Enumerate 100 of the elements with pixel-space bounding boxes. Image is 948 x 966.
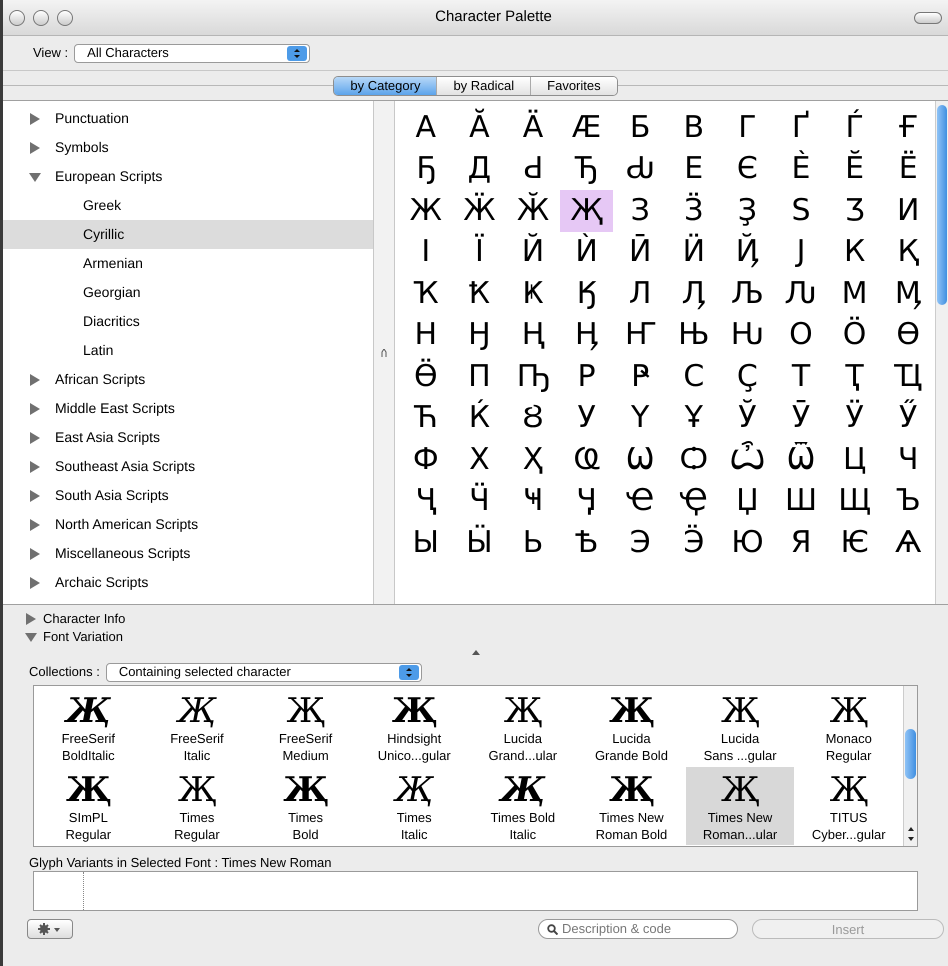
character-cell[interactable]: Ԉ — [774, 273, 828, 314]
category-item[interactable]: African Scripts — [3, 365, 373, 394]
tab[interactable]: by Radical — [437, 76, 532, 94]
category-item[interactable]: European Scripts — [3, 162, 373, 191]
category-item[interactable]: South Asia Scripts — [3, 481, 373, 510]
character-cell[interactable]: У — [560, 398, 614, 439]
character-cell[interactable]: Ӟ — [666, 190, 721, 232]
character-cell[interactable]: Ӄ — [560, 273, 614, 314]
collapsed-triangle-icon[interactable] — [29, 402, 41, 414]
window-control-button[interactable] — [33, 10, 49, 26]
character-cell[interactable]: Ӣ — [613, 232, 667, 273]
category-item[interactable]: Diacritics — [3, 307, 373, 336]
font-variant-item[interactable]: Җ Times New Roman...ular — [686, 767, 794, 845]
character-cell[interactable]: Ҋ — [720, 232, 774, 273]
font-variant-item[interactable]: Җ Times Regular — [142, 767, 252, 845]
character-cell[interactable]: Н — [399, 314, 453, 356]
character-cell[interactable]: Ҟ — [452, 273, 506, 314]
collapsed-triangle-icon[interactable] — [29, 518, 41, 530]
character-cell[interactable]: Ѻ — [666, 439, 721, 480]
font-variant-item[interactable]: Җ Lucida Sans ...gular — [686, 688, 794, 766]
character-cell[interactable]: Ш — [774, 480, 828, 522]
character-cell[interactable]: С — [666, 356, 721, 398]
font-variant-item[interactable]: Җ Times Bold Italic — [468, 767, 578, 845]
character-cell[interactable]: Ѐ — [774, 148, 828, 190]
character-cell[interactable]: Ӳ — [881, 398, 935, 439]
character-cell[interactable]: Ҧ — [506, 356, 560, 398]
font-variant-item[interactable]: Җ Times New Roman Bold — [577, 767, 686, 845]
character-cell[interactable]: Ӡ — [828, 190, 882, 232]
character-cell[interactable]: Ӓ — [506, 107, 560, 148]
character-cell[interactable]: Ҙ — [720, 190, 774, 232]
character-cell[interactable]: Ғ — [881, 107, 935, 148]
scroll-thumb[interactable] — [937, 105, 947, 305]
character-cell[interactable]: Ф — [399, 439, 453, 480]
character-cell[interactable]: Ѝ — [560, 232, 614, 273]
character-cell[interactable]: Ԁ — [506, 148, 560, 190]
character-cell[interactable]: Ҫ — [720, 356, 774, 398]
character-cell[interactable]: Ҷ — [399, 480, 453, 522]
character-cell[interactable]: М — [828, 273, 882, 314]
character-cell[interactable]: Ь — [506, 522, 560, 564]
character-cell[interactable]: Ӂ — [506, 190, 560, 232]
scrollbar[interactable] — [903, 686, 917, 846]
character-cell[interactable]: Ԋ — [720, 314, 774, 356]
character-cell[interactable]: Ҥ — [613, 314, 667, 356]
character-cell[interactable]: П — [452, 356, 506, 398]
tab[interactable]: by Category — [334, 76, 438, 94]
character-cell[interactable]: Љ — [720, 273, 774, 314]
character-cell[interactable]: Т — [774, 356, 828, 398]
character-cell[interactable]: Р — [560, 356, 614, 398]
category-item[interactable]: Archaic Scripts — [3, 568, 373, 597]
character-cell[interactable]: Ј — [774, 232, 828, 273]
character-cell[interactable]: О — [774, 314, 828, 356]
character-cell[interactable]: І — [399, 232, 453, 273]
character-cell[interactable]: Ҏ — [613, 356, 667, 398]
character-cell[interactable]: И — [881, 190, 935, 232]
character-cell[interactable]: Ү — [613, 398, 667, 439]
character-cell[interactable]: Щ — [828, 480, 882, 522]
collapsed-triangle-icon[interactable] — [29, 490, 41, 502]
scroll-thumb[interactable] — [905, 729, 916, 779]
character-cell[interactable]: Х — [452, 439, 506, 480]
character-cell[interactable]: Ҿ — [666, 480, 721, 522]
search-field[interactable]: Description & code — [538, 919, 738, 939]
toolbar-toggle-button[interactable] — [914, 12, 942, 24]
collapsed-triangle-icon[interactable] — [29, 112, 41, 124]
character-cell[interactable]: Ҡ — [399, 273, 453, 314]
font-variant-item[interactable]: Җ Lucida Grand...ular — [468, 688, 578, 766]
category-item[interactable]: Punctuation — [3, 104, 373, 133]
character-cell[interactable]: Ӫ — [399, 356, 453, 398]
character-cell[interactable]: Ҳ — [506, 439, 560, 480]
category-item[interactable]: Miscellaneous Scripts — [3, 539, 373, 568]
character-cell[interactable]: Ӌ — [560, 480, 614, 522]
disclosure-section[interactable]: Font Variation — [25, 629, 948, 645]
character-cell[interactable]: Ҽ — [613, 480, 667, 522]
category-item[interactable]: North American Scripts — [3, 510, 373, 539]
character-cell[interactable]: Ѕ — [774, 190, 828, 232]
character-cell[interactable]: Җ — [560, 190, 614, 232]
collapsed-triangle-icon[interactable] — [29, 460, 41, 472]
character-cell[interactable]: Ӯ — [774, 398, 828, 439]
character-cell[interactable]: Ў — [720, 398, 774, 439]
character-cell[interactable]: Ъ — [881, 480, 935, 522]
view-select[interactable]: All Characters — [74, 44, 310, 62]
character-cell[interactable]: Ӕ — [560, 107, 614, 148]
character-cell[interactable]: К — [828, 232, 882, 273]
character-cell[interactable]: Й — [506, 232, 560, 273]
collapsed-triangle-icon[interactable] — [29, 432, 41, 444]
character-cell[interactable]: Ө — [881, 314, 935, 356]
font-variant-item[interactable]: Җ Monaco Regular — [794, 688, 903, 766]
font-variant-item[interactable]: Җ FreeSerif BoldItalic — [34, 688, 143, 766]
character-cell[interactable]: Ȣ — [506, 398, 560, 439]
character-cell[interactable]: Ҵ — [881, 356, 935, 398]
collapsed-triangle-icon[interactable] — [29, 576, 41, 588]
collapsed-triangle-icon[interactable] — [25, 613, 37, 625]
character-cell[interactable]: Ӈ — [452, 314, 506, 356]
category-item[interactable]: Southeast Asia Scripts — [3, 452, 373, 481]
category-item[interactable]: Georgian — [3, 278, 373, 307]
font-variant-item[interactable]: Җ Times Italic — [360, 767, 468, 845]
character-cell[interactable]: Њ — [666, 314, 721, 356]
character-cell[interactable]: Қ — [881, 232, 935, 273]
character-cell[interactable]: Ѽ — [720, 439, 774, 480]
character-cell[interactable]: Ц — [828, 439, 882, 480]
scrollbar[interactable] — [935, 101, 948, 604]
